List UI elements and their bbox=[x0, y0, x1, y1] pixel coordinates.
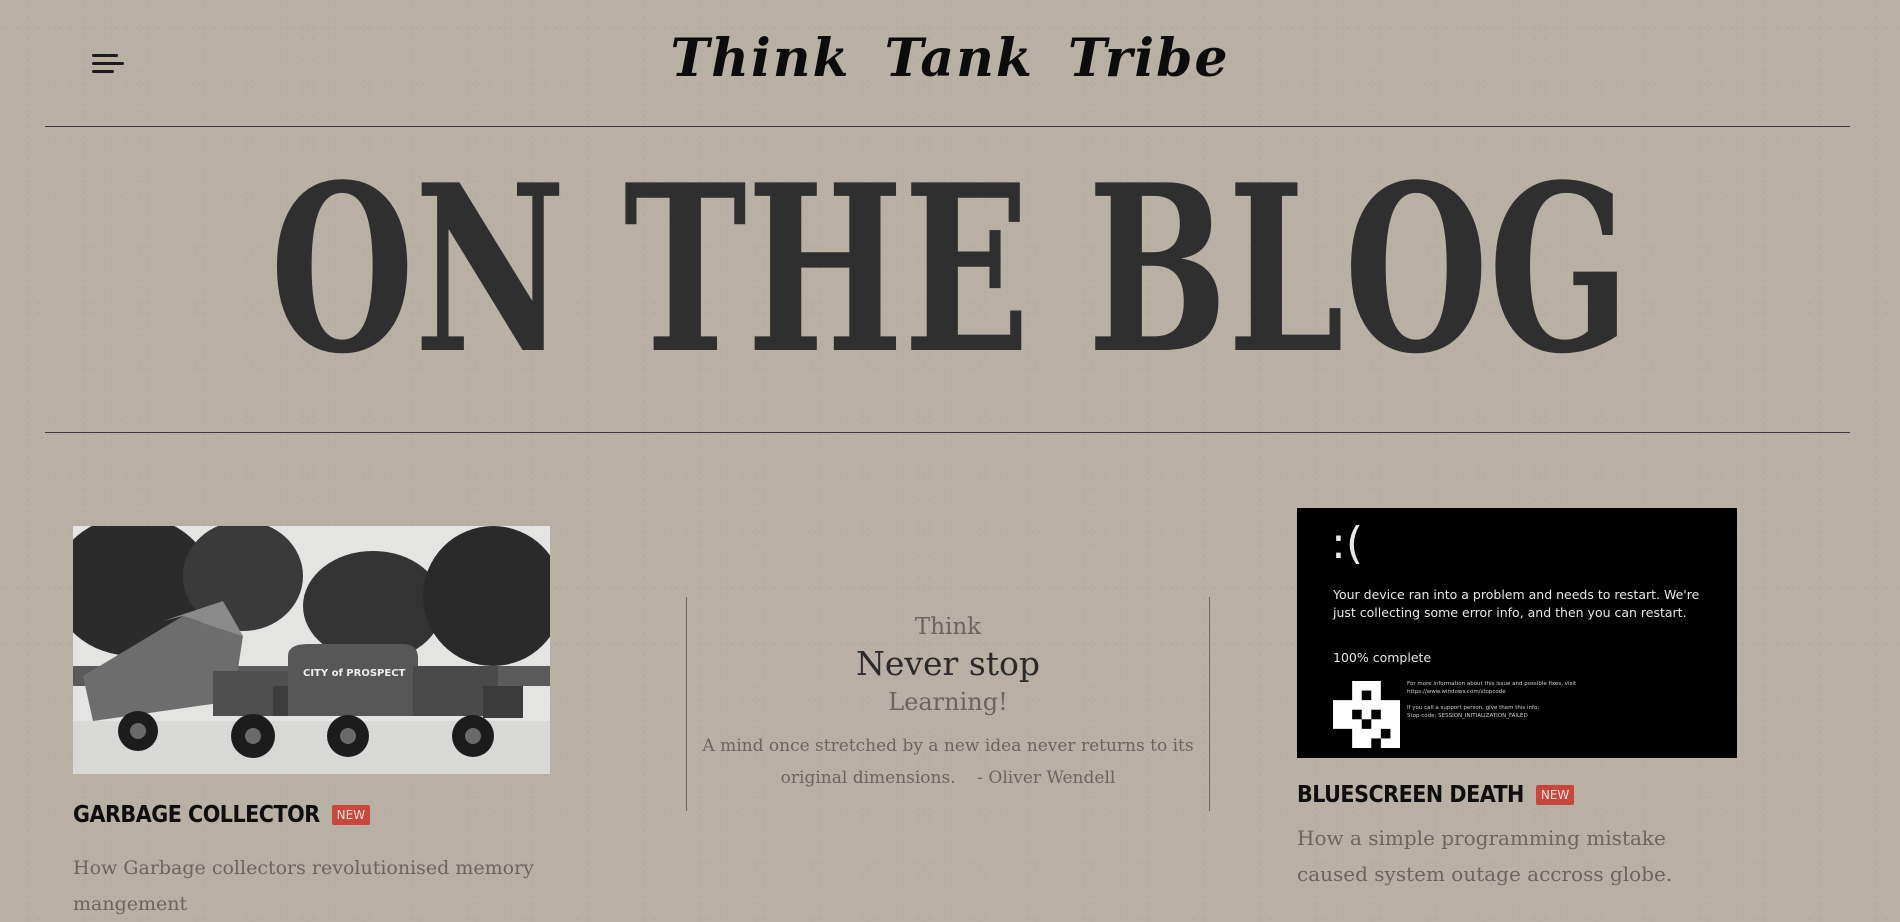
post-card-bluescreen-death[interactable]: :( Your device ran into a problem and ne… bbox=[1297, 508, 1737, 892]
quote-text: A mind once stretched by a new idea neve… bbox=[700, 730, 1196, 794]
sad-face-icon: :( bbox=[1331, 518, 1363, 569]
bsod-percent: 100% complete bbox=[1333, 650, 1432, 665]
quote-divider-right bbox=[1209, 597, 1210, 811]
site-brand[interactable]: Think Tank Tribe bbox=[0, 28, 1900, 89]
quote-line-think: Think bbox=[914, 614, 982, 640]
header-divider bbox=[45, 126, 1850, 127]
bsod-message: Your device ran into a problem and needs… bbox=[1333, 587, 1700, 620]
post-title[interactable]: GARBAGE COLLECTOR bbox=[73, 802, 320, 828]
bsod-info-line: For more information about this issue an… bbox=[1407, 681, 1577, 687]
quote-body: A mind once stretched by a new idea neve… bbox=[702, 736, 1194, 788]
post-title-row: GARBAGE COLLECTOR NEW bbox=[73, 802, 550, 828]
post-card-garbage-collector[interactable]: CITY of PROSPECT GARBAGE COLLECTOR NEW H… bbox=[73, 526, 550, 922]
bluescreen-photo[interactable]: :( Your device ran into a problem and ne… bbox=[1297, 508, 1737, 758]
post-title[interactable]: BLUESCREEN DEATH bbox=[1297, 782, 1524, 808]
hero-divider bbox=[45, 432, 1850, 433]
bsod-info: For more information about this issue an… bbox=[1407, 680, 1707, 720]
post-title-row: BLUESCREEN DEATH NEW bbox=[1297, 782, 1737, 808]
qr-code-icon bbox=[1333, 681, 1400, 748]
bsod-info-link: https://www.windows.com/stopcode bbox=[1407, 689, 1506, 695]
quote-line-learning: Learning! bbox=[888, 688, 1008, 716]
bsod-info-line: If you call a support person, give them … bbox=[1407, 705, 1540, 711]
quote-line-never-stop: Never stop bbox=[855, 644, 1041, 683]
post-description: How a simple programming mistake caused … bbox=[1297, 826, 1673, 886]
bsod-stop-code: Stop code: SESSION_INITIALIZATION_FAILED bbox=[1407, 713, 1528, 719]
hero-banner: ON THE BLOG bbox=[0, 150, 1900, 360]
quote-author: - Oliver Wendell bbox=[977, 768, 1116, 788]
truck-sign-text: CITY of PROSPECT bbox=[303, 668, 406, 679]
quote-block: Think Never stop Learning! A mind once s… bbox=[700, 612, 1196, 794]
quote-divider-left bbox=[686, 597, 687, 811]
post-description: How Garbage collectors revolutionised me… bbox=[73, 857, 534, 915]
new-badge: NEW bbox=[1535, 785, 1575, 805]
new-badge: NEW bbox=[331, 805, 371, 825]
garbage-trucks-photo[interactable]: CITY of PROSPECT bbox=[73, 526, 550, 774]
hero-title: ON THE BLOG bbox=[270, 150, 1630, 360]
